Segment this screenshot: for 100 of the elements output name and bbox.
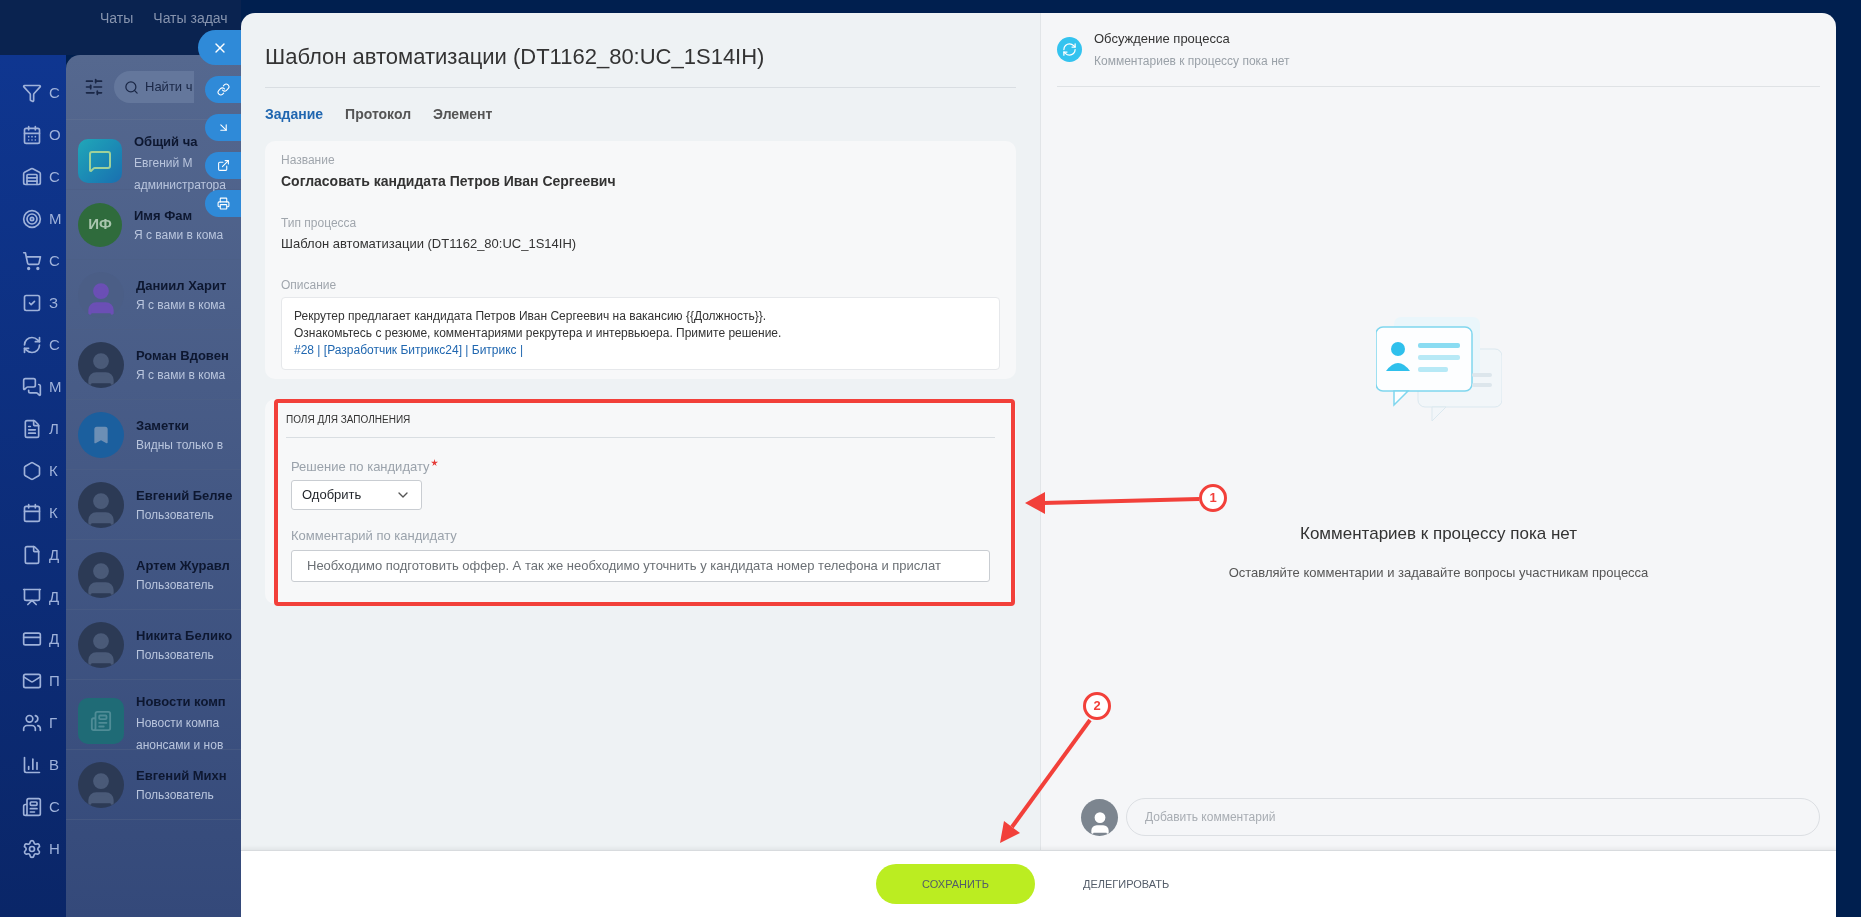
presentation-icon[interactable] [22, 587, 42, 607]
link-button[interactable] [205, 76, 241, 103]
menu-item[interactable]: Д [49, 585, 60, 609]
close-button[interactable] [198, 30, 241, 65]
chat-name: Артем Журавл [136, 556, 230, 575]
printer-icon [216, 197, 230, 210]
chat-preview: Пользователь [136, 786, 214, 804]
discussion-subtitle: Комментариев к процессу пока нет [1094, 53, 1290, 71]
chat-preview: Евгений М [134, 155, 193, 172]
chat-name: Роман Вдовен [136, 346, 229, 365]
menu-item[interactable]: Л [49, 417, 59, 441]
task-name: Согласовать кандидата Петров Иван Сергеевич [281, 172, 617, 191]
avatar [78, 761, 124, 808]
chat-preview: Я с вами в кома [136, 366, 226, 384]
refresh-icon[interactable] [22, 335, 42, 355]
target-icon[interactable] [22, 209, 42, 229]
description-link[interactable]: #28 | [Разработчик Битрикс24] | Битрикс | [294, 341, 524, 359]
top-nav-item[interactable]: Чаты [100, 8, 134, 29]
empty-title: Комментариев к процессу пока нет [1300, 523, 1577, 545]
card-icon[interactable] [22, 629, 42, 649]
avatar [78, 341, 124, 388]
chat-preview: Видны только в [136, 436, 224, 454]
chat-preview: Я с вами в кома [134, 226, 224, 244]
open-window-button[interactable] [205, 152, 241, 179]
tab[interactable]: Протокол [345, 104, 412, 125]
chat-preview: Пользователь [136, 506, 214, 524]
menu-item[interactable]: Д [49, 627, 60, 651]
menu-item[interactable]: С [49, 249, 60, 273]
menu-item[interactable]: К [49, 459, 58, 483]
menu-item[interactable]: Г [49, 711, 58, 735]
search-icon [124, 79, 139, 95]
avatar: ИФ [78, 202, 122, 247]
warehouse-icon[interactable] [22, 167, 42, 187]
menu-item[interactable]: С [49, 795, 60, 819]
link-icon [216, 83, 230, 96]
avatar [78, 481, 124, 528]
chat-app-icon [78, 138, 122, 183]
delegate-button[interactable]: ДЕЛЕГИРОВАТЬ [1083, 875, 1170, 893]
chat-name: Даниил Харит [136, 276, 227, 295]
decision-select[interactable]: Одобрить [291, 480, 422, 510]
chat-name: Евгений Михн [136, 766, 227, 785]
menu-item[interactable]: М [49, 375, 62, 399]
menu-item[interactable]: К [49, 501, 58, 525]
section-heading: ПОЛЯ ДЛЯ ЗАПОЛНЕНИЯ [286, 411, 995, 438]
calendar-icon[interactable] [22, 503, 42, 523]
newspaper-icon[interactable] [22, 797, 42, 817]
mail-icon[interactable] [22, 671, 42, 691]
menu-item[interactable]: Д [49, 543, 60, 567]
save-button[interactable]: СОХРАНИТЬ [876, 864, 1035, 904]
description-text: Рекрутер предлагает кандидата Петров Иван Сергеевич на вакансию {{Должность}}. [294, 307, 768, 325]
filter-icon[interactable] [84, 77, 104, 97]
user-avatar [1081, 798, 1118, 836]
bar-chart-icon[interactable] [22, 755, 42, 775]
menu-item[interactable]: Н [49, 837, 60, 861]
process-icon [1057, 37, 1082, 62]
chat-name: Новости комп [136, 693, 226, 711]
calendar-icon[interactable] [22, 125, 42, 145]
search-field[interactable]: Найти ч [114, 71, 194, 103]
checkbox-icon[interactable] [22, 293, 42, 313]
external-link-icon [216, 159, 230, 172]
chat-name: Общий ча [134, 133, 198, 151]
menu-item[interactable]: П [49, 669, 60, 693]
menu-item[interactable]: З [49, 291, 59, 315]
chat-name: Заметки [136, 416, 189, 435]
tab[interactable]: Элемент [433, 104, 493, 125]
settings-icon[interactable] [22, 839, 42, 859]
top-nav-item[interactable]: Чаты задач [153, 8, 228, 29]
menu-item[interactable]: В [49, 753, 59, 777]
cart-icon[interactable] [22, 251, 42, 271]
print-button[interactable] [205, 190, 241, 217]
empty-text: Оставляйте комментарии и задавайте вопросы участникам процесса [1228, 563, 1649, 582]
chat-icon[interactable] [22, 377, 42, 397]
comment-input[interactable]: Необходимо подготовить оффер. А так же необходимо уточнить у кандидата номер телефона и прислат [291, 549, 990, 582]
chat-preview: Я с вами в кома [136, 296, 226, 314]
chat-preview: администратора [134, 177, 226, 194]
hexagon-icon[interactable] [22, 461, 42, 481]
menu-item[interactable]: М [49, 207, 62, 231]
menu-item[interactable]: С [49, 165, 60, 189]
process-type: Шаблон автоматизации (DT1162_80:UC_1S14IH) [281, 235, 578, 253]
field-label: Комментарий по кандидату [291, 527, 457, 545]
minimize-button[interactable] [205, 114, 241, 141]
field-label: Тип процесса [281, 215, 358, 232]
slider-title: Шаблон автоматизации (DT1162_80:UC_1S14IH) [265, 43, 765, 71]
chat-name: Евгений Беляе [136, 486, 233, 505]
field-label: Решение по кандидату [291, 457, 430, 476]
field-label: Название [281, 152, 336, 169]
avatar [78, 551, 124, 598]
menu-item[interactable]: С [49, 81, 60, 105]
chat-preview: Новости компа [136, 715, 220, 732]
users-icon[interactable] [22, 713, 42, 733]
menu-item[interactable]: С [49, 333, 60, 357]
description-text: Ознакомьтесь с резюме, комментариями рекрутера и интервьюера. Примите решение. [294, 324, 783, 342]
document-icon[interactable] [22, 419, 42, 439]
tab[interactable]: Задание [265, 104, 324, 125]
chat-preview: Пользователь [136, 576, 214, 594]
menu-item[interactable]: О [49, 123, 61, 147]
funnel-icon[interactable] [22, 83, 42, 103]
file-icon[interactable] [22, 545, 42, 565]
newspaper-icon [78, 697, 124, 744]
field-label: Описание [281, 276, 338, 294]
